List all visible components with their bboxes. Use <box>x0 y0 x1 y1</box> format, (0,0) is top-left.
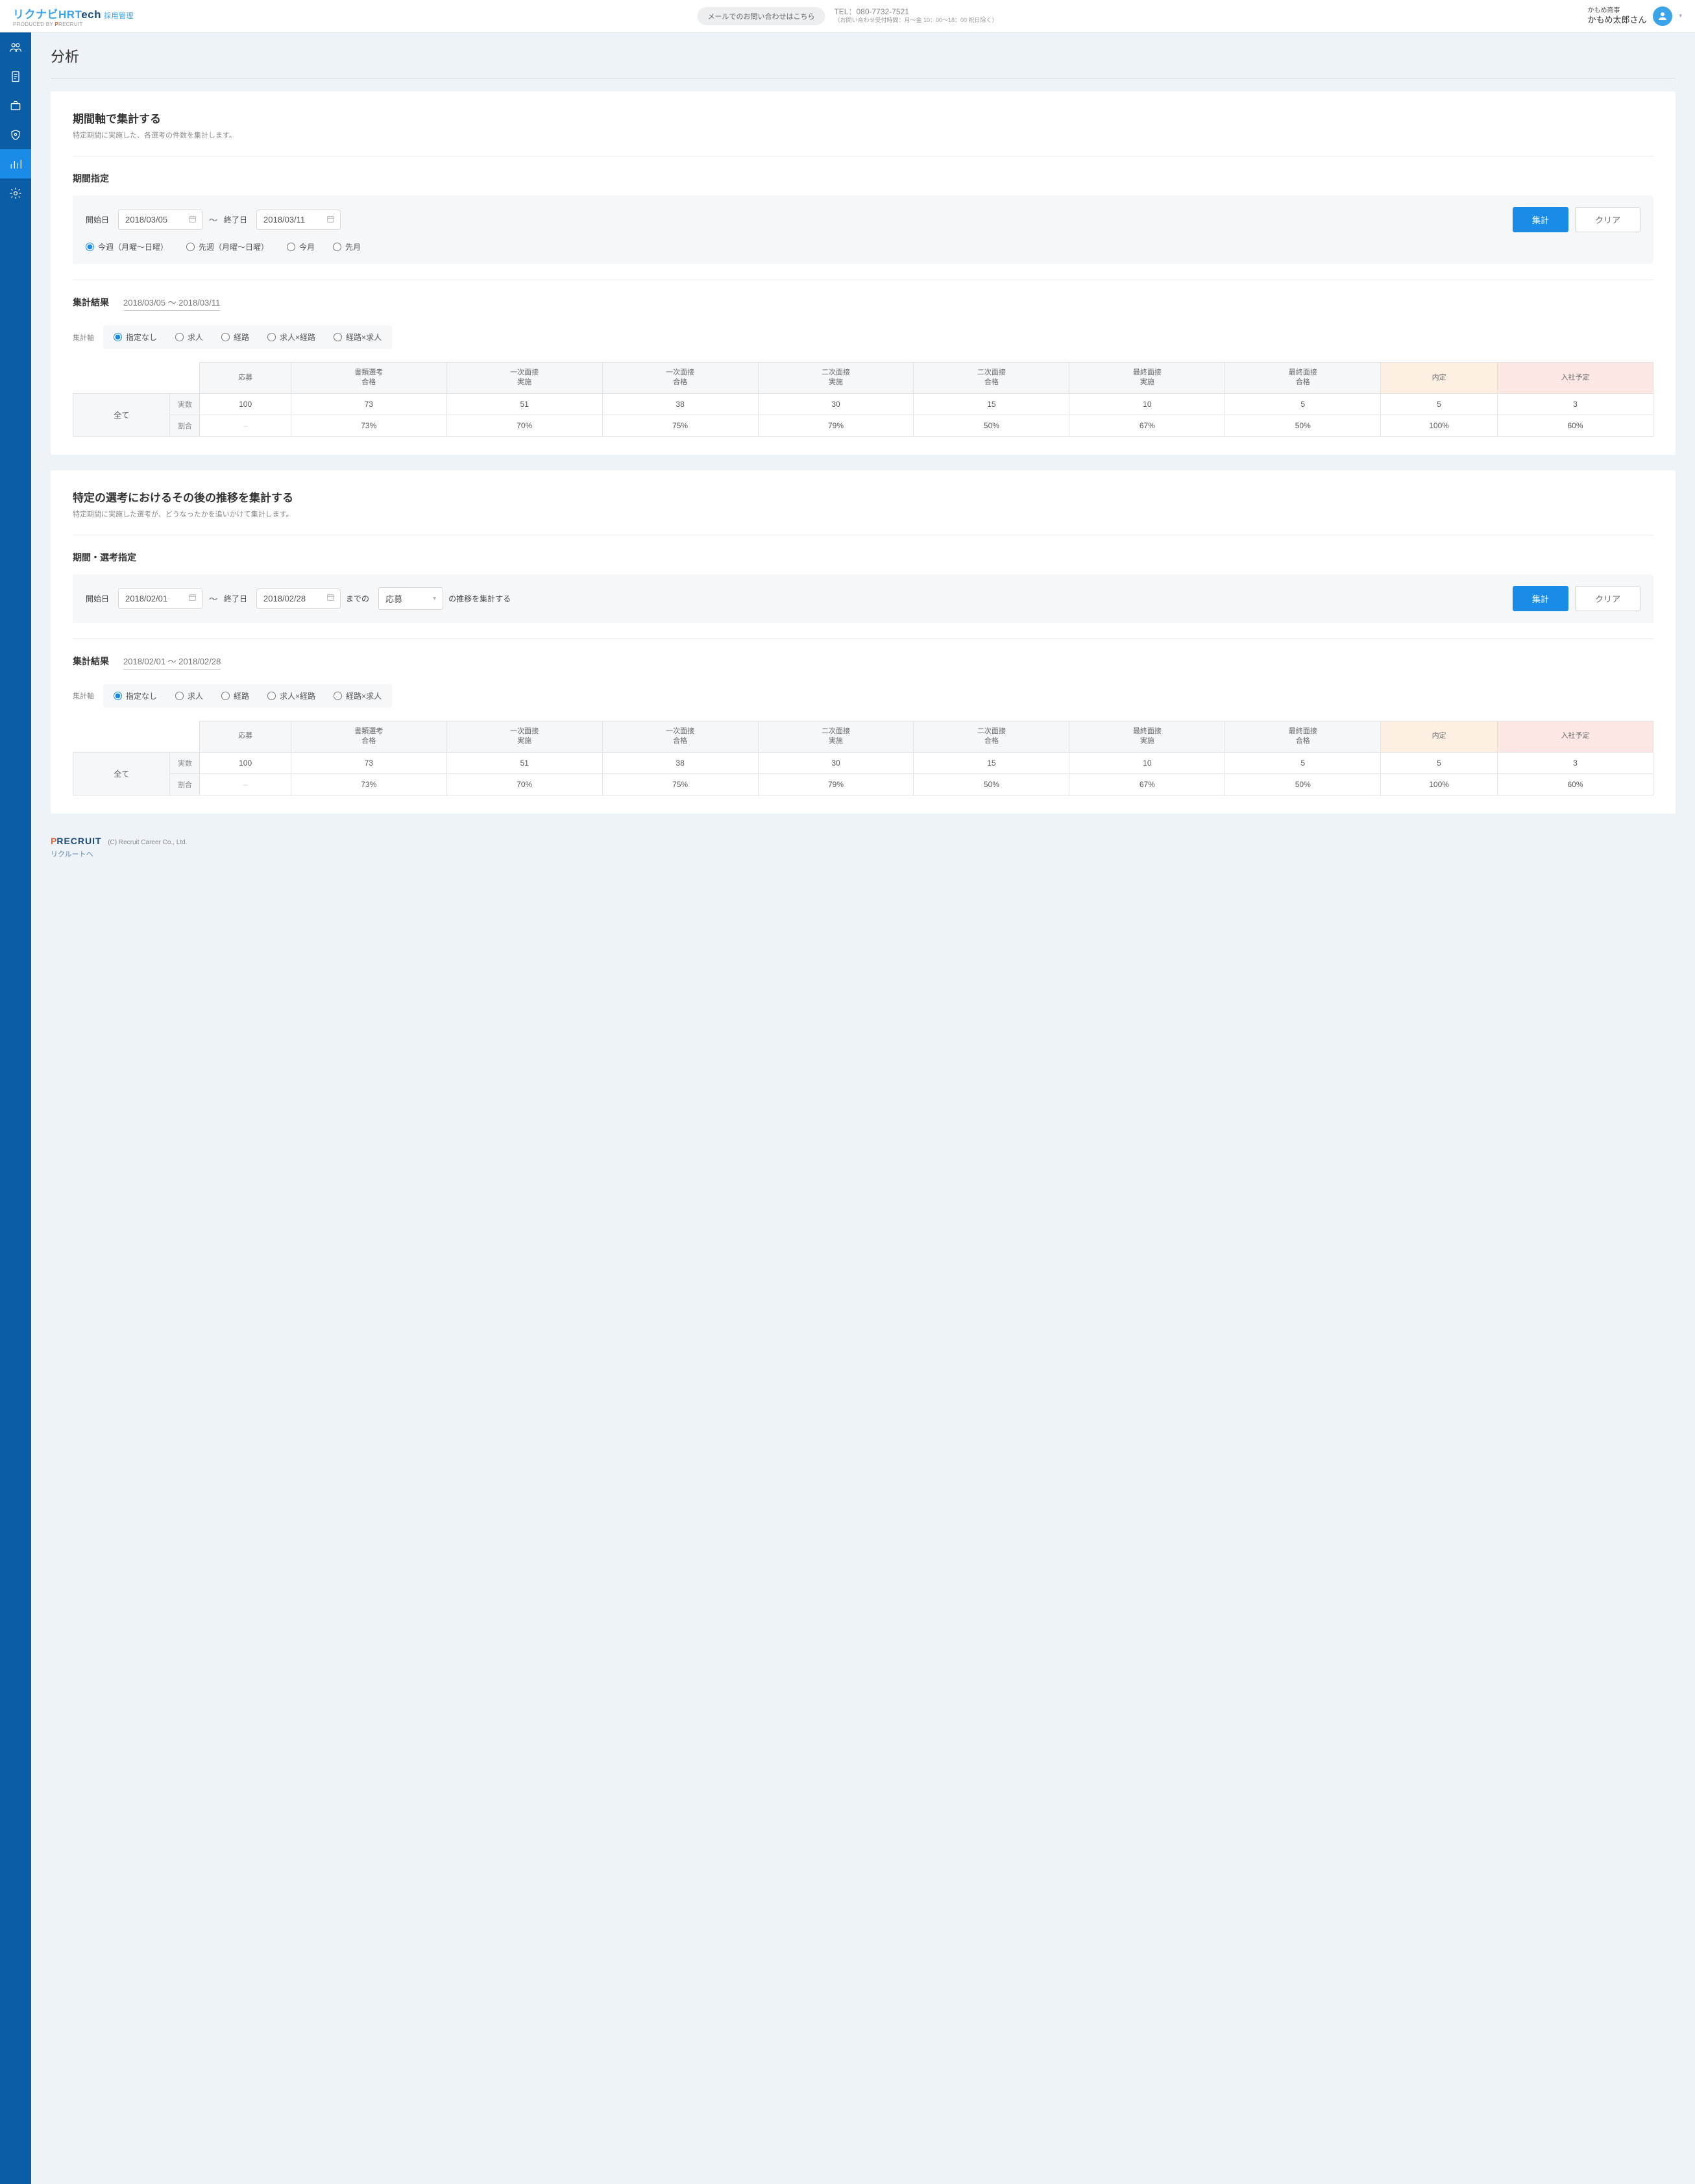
radio-this-month[interactable]: 今月 <box>287 241 315 252</box>
transition-filter-box: 開始日 2018/02/01 ～ 終了日 2018/02/28 までの 応募 ▼… <box>73 574 1653 623</box>
mail-inquiry-button[interactable]: メールでのお問い合わせはこちら <box>697 7 825 25</box>
aggregate-button[interactable]: 集計 <box>1513 207 1568 232</box>
sidebar <box>0 32 31 2184</box>
axis-options: 指定なし 求人 経路 求人×経路 経路×求人 <box>103 325 392 349</box>
result-date-range-2: 2018/02/01 ～ 2018/02/28 <box>123 655 221 670</box>
period-aggregation-card: 期間軸で集計する 特定期間に実施した、各選考の件数を集計します。 期間指定 開始… <box>51 91 1676 455</box>
user-icon <box>1657 10 1668 22</box>
calendar-icon <box>188 215 197 225</box>
main-content: 分析 期間軸で集計する 特定期間に実施した、各選考の件数を集計します。 期間指定… <box>31 32 1695 898</box>
calendar-icon <box>326 593 335 603</box>
nav-jobs[interactable] <box>0 91 31 120</box>
logo-suffix: 採用管理 <box>104 12 134 20</box>
nav-documents[interactable] <box>0 62 31 91</box>
axis-route[interactable]: 経路 <box>221 332 249 343</box>
clear-button[interactable]: クリア <box>1575 207 1640 232</box>
nav-candidates[interactable] <box>0 32 31 62</box>
stage-select[interactable]: 応募 ▼ <box>378 587 443 610</box>
calendar-icon <box>188 593 197 603</box>
result-heading: 集計結果 <box>73 296 109 309</box>
logo-brand: リクナビHR <box>13 8 75 21</box>
section1-desc: 特定期間に実施した、各選考の件数を集計します。 <box>73 130 1653 140</box>
chevron-down-icon[interactable]: ▾ <box>1679 12 1682 19</box>
axis-job-route[interactable]: 求人×経路 <box>267 332 315 343</box>
page-title: 分析 <box>51 45 1676 79</box>
section2-title: 特定の選考におけるその後の推移を集計する <box>73 489 1653 505</box>
result-heading-2: 集計結果 <box>73 655 109 668</box>
end-date-input-2[interactable]: 2018/02/28 <box>256 588 341 609</box>
nav-settings[interactable] <box>0 178 31 208</box>
period-selection-heading: 期間・選考指定 <box>73 551 1653 564</box>
section2-desc: 特定期間に実施した選考が、どうなったかを追いかけて集計します。 <box>73 509 1653 519</box>
axis-route-job-2[interactable]: 経路×求人 <box>334 690 382 701</box>
end-date-input[interactable]: 2018/03/11 <box>256 210 341 230</box>
aggregate-button-2[interactable]: 集計 <box>1513 586 1568 611</box>
footer-link[interactable]: リクルートへ <box>51 849 93 859</box>
axis-none-2[interactable]: 指定なし <box>114 690 157 701</box>
axis-job-route-2[interactable]: 求人×経路 <box>267 690 315 701</box>
result-date-range: 2018/03/05 ～ 2018/03/11 <box>123 296 220 311</box>
transition-aggregation-card: 特定の選考におけるその後の推移を集計する 特定期間に実施した選考が、どうなったか… <box>51 470 1676 814</box>
period-heading: 期間指定 <box>73 172 1653 185</box>
start-date-input-2[interactable]: 2018/02/01 <box>118 588 202 609</box>
start-date-input[interactable]: 2018/03/05 <box>118 210 202 230</box>
result-table-1: 応募 書類選考合格 一次面接実施 一次面接合格 二次面接実施 二次面接合格 最終… <box>73 362 1653 437</box>
table-row: 全て 実数 100735138301510553 <box>73 393 1653 415</box>
radio-last-month[interactable]: 先月 <box>333 241 361 252</box>
avatar[interactable] <box>1653 6 1672 26</box>
table-row: 全て 実数 100735138301510553 <box>73 752 1653 773</box>
logo: リクナビHRTech採用管理 PRODUCED BY PRECRUIT <box>13 5 134 27</box>
calendar-icon <box>326 215 335 225</box>
table-row: 割合 –73%70%75%79%50%67%50%100%60% <box>73 773 1653 795</box>
table-row: 割合 –73%70%75%79%50%67%50%100%60% <box>73 415 1653 436</box>
axis-job[interactable]: 求人 <box>175 332 203 343</box>
radio-last-week[interactable]: 先週（月曜～日曜） <box>186 241 269 252</box>
section1-title: 期間軸で集計する <box>73 110 1653 126</box>
axis-route-job[interactable]: 経路×求人 <box>334 332 382 343</box>
period-preset-radios: 今週（月曜～日曜） 先週（月曜～日曜） 今月 先月 <box>86 241 1640 252</box>
tel-info: TEL：080-7732-7521 （お問い合わせ受付時間：月～金 10：00～… <box>834 7 997 25</box>
radio-this-week[interactable]: 今週（月曜～日曜） <box>86 241 168 252</box>
user-info: かもめ商事 かもめ太郎さん <box>1587 6 1646 26</box>
axis-options-2: 指定なし 求人 経路 求人×経路 経路×求人 <box>103 684 392 708</box>
nav-security[interactable] <box>0 120 31 149</box>
result-table-2: 応募 書類選考合格 一次面接実施 一次面接合格 二次面接実施 二次面接合格 最終… <box>73 721 1653 795</box>
header: リクナビHRTech採用管理 PRODUCED BY PRECRUIT メールで… <box>0 0 1695 32</box>
period-filter-box: 開始日 2018/03/05 ～ 終了日 2018/03/11 集計 クリア 今… <box>73 195 1653 264</box>
axis-none[interactable]: 指定なし <box>114 332 157 343</box>
footer: PRECRUIT (C) Recruit Career Co., Ltd. リク… <box>51 829 1676 879</box>
chevron-down-icon: ▼ <box>432 595 437 601</box>
axis-job-2[interactable]: 求人 <box>175 690 203 701</box>
nav-analytics[interactable] <box>0 149 31 178</box>
footer-logo: PRECRUIT <box>51 836 102 846</box>
clear-button-2[interactable]: クリア <box>1575 586 1640 611</box>
axis-route-2[interactable]: 経路 <box>221 690 249 701</box>
